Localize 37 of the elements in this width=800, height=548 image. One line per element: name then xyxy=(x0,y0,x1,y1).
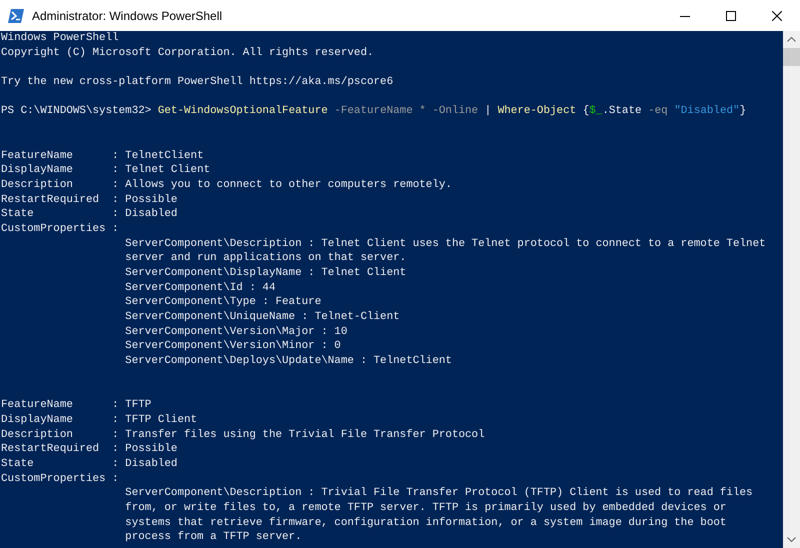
console-line: systems that retrieve firmware, configuration information, or a system image during the boot xyxy=(125,516,726,530)
console-line: ServerComponent\Description : Trivial File Transfer Protocol (TFTP) Client is used to read files xyxy=(125,486,753,502)
scrollbar[interactable] xyxy=(783,31,800,548)
console-line: ServerComponent\Description : Telnet Client uses the Telnet protocol to connect to a remote Telnet xyxy=(125,236,766,252)
console-line: ServerComponent\Version\Minor : 0 xyxy=(125,339,341,354)
window-title: Administrator: Windows PowerShell xyxy=(32,8,222,22)
console-line: ServerComponent\Version\Major : 10 xyxy=(125,324,348,340)
console-line: DisplayName : TFTP Client xyxy=(1,412,198,428)
console-line: from, or write files to, a remote TFTP server. TFTP is primarily used by embedded devices or xyxy=(125,501,726,516)
console-line: RestartRequired : Possible xyxy=(1,442,178,457)
console-line: CustomProperties : xyxy=(1,222,119,237)
console-line: DisplayName : Telnet Client xyxy=(1,163,210,178)
console-line: PS C:\WINDOWS\system32> Get-WindowsOptionalFeature -FeatureName * -Online | Where-Object {$_.State -eq "Disabled"} xyxy=(1,104,746,120)
console-line: State : Disabled xyxy=(1,456,178,472)
console-line: State : Disabled xyxy=(1,207,178,222)
console-line: Description : Transfer files using the Trivial File Transfer Protocol xyxy=(1,428,485,442)
console-line: ServerComponent\Deploys\Update\Name : TelnetClient xyxy=(125,354,452,369)
console-line: ServerComponent\UniqueName : Telnet-Client xyxy=(125,310,400,325)
console-line: Windows PowerShell xyxy=(1,31,119,46)
console-line: process from a TFTP server. xyxy=(125,530,302,546)
scrollbar-thumb[interactable] xyxy=(783,48,800,66)
console-line: Description : Allows you to connect to other computers remotely. xyxy=(1,178,452,193)
console-line: ServerComponent\DisplayName : Telnet Client xyxy=(125,266,406,281)
console-line: RestartRequired : Possible xyxy=(1,192,178,208)
console-line: Try the new cross-platform PowerShell https://aka.ms/pscore6 xyxy=(1,75,394,90)
console-line: FeatureName : TFTP xyxy=(1,398,152,413)
console-line: FeatureName : TelnetClient xyxy=(1,148,204,164)
powershell-icon xyxy=(8,8,24,22)
console-line: CustomProperties : xyxy=(1,472,119,486)
scroll-down-icon[interactable] xyxy=(787,537,796,542)
console-line: Copyright (C) Microsoft Corporation. All rights reserved. xyxy=(1,46,374,60)
maximize-icon xyxy=(726,10,736,20)
close-icon xyxy=(772,10,782,20)
scroll-up-icon[interactable] xyxy=(787,37,796,42)
console-line: ServerComponent\Id : 44 xyxy=(125,280,276,296)
console-line: ServerComponent\Type : Feature xyxy=(125,295,322,310)
console-line: server and run applications on that server. xyxy=(125,251,406,266)
